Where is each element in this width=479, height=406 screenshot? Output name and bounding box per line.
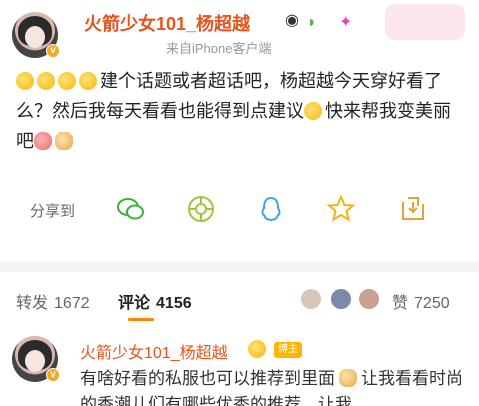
save-icon[interactable]	[398, 194, 428, 224]
tab-reposts[interactable]: 转发 1672	[16, 289, 90, 313]
qzone-icon[interactable]	[326, 194, 356, 224]
tab-comments[interactable]: 评论 4156	[118, 289, 192, 313]
commenter-username[interactable]: 火箭少女101_杨超越	[80, 339, 228, 363]
doge-emoji-icon	[339, 369, 357, 387]
yummy-emoji-icon	[16, 72, 34, 90]
tab-comments-label: 评论	[118, 295, 151, 312]
tab-likes-label: 赞	[392, 295, 409, 312]
wechat-icon[interactable]	[116, 194, 146, 224]
post-header: v 火箭少女101_杨超越 来自iPhone客户端 ◉ ◗ ✦	[0, 0, 479, 64]
yummy-emoji-icon	[58, 72, 76, 90]
yummy-emoji-icon	[79, 72, 97, 90]
tab-likes[interactable]: 赞 7250	[392, 289, 450, 313]
liker-avatar	[300, 288, 322, 310]
share-label: 分享到	[30, 203, 76, 220]
yummy-emoji-icon	[37, 72, 55, 90]
comment-item: v 火箭少女101_杨超越 博主 有啥好看的私服也可以推荐到里面 让我看看时尚的香…	[0, 326, 479, 406]
liker-avatar	[358, 288, 380, 310]
face-sticker-icon: ◉	[285, 12, 299, 29]
verified-badge-icon: v	[46, 368, 60, 382]
verified-badge-icon: v	[46, 44, 60, 58]
tab-likes-count: 7250	[414, 295, 450, 312]
comment-text-part-1: 有啥好看的私服也可以推荐到里面	[80, 369, 335, 388]
post-source: 来自iPhone客户端	[166, 41, 272, 56]
engagement-tabs: 转发 1672 评论 4156 赞 7250	[0, 272, 479, 324]
doge-emoji-icon	[55, 132, 73, 150]
star-icon: ✦	[339, 14, 353, 31]
section-divider	[0, 262, 479, 272]
tab-comments-count: 4156	[156, 295, 192, 312]
bunny-sticker-icon	[385, 4, 465, 40]
author-badge: 博主	[274, 342, 302, 358]
sticker-emoji-icon	[248, 340, 266, 358]
tab-reposts-label: 转发	[16, 295, 49, 312]
qq-icon[interactable]	[256, 194, 286, 224]
comment-text: 有啥好看的私服也可以推荐到里面 让我看看时尚的香潮儿们有哪些优秀的推荐，让我	[80, 366, 470, 406]
moments-icon[interactable]	[186, 194, 216, 224]
liker-avatars[interactable]	[300, 288, 386, 310]
tab-reposts-count: 1672	[54, 295, 90, 312]
post-content: 建个话题或者超话吧，杨超越今天穿好看了么？然后我每天看看也能得到点建议 快来帮我变…	[16, 66, 466, 156]
username-decoration: ◉ ◗ ✦	[285, 4, 475, 42]
smile-emoji-icon	[304, 102, 322, 120]
author-username[interactable]: 火箭少女101_杨超越	[84, 10, 250, 36]
active-tab-indicator	[128, 318, 154, 321]
share-bar: 分享到	[0, 190, 479, 230]
watermelon-icon: ◗	[307, 14, 317, 31]
pig-emoji-icon	[34, 132, 52, 150]
liker-avatar	[330, 288, 352, 310]
